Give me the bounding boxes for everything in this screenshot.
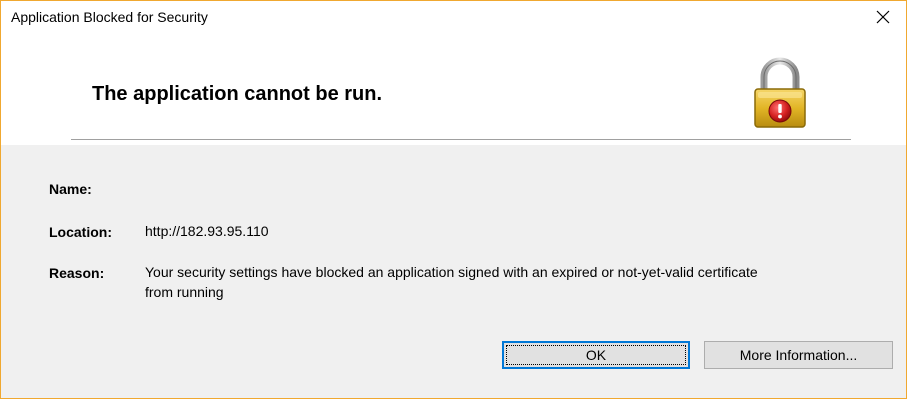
close-button[interactable]: [860, 1, 906, 33]
reason-label: Reason:: [49, 265, 105, 281]
more-information-button[interactable]: More Information...: [704, 341, 893, 369]
name-label: Name:: [49, 181, 92, 197]
reason-value: Your security settings have blocked an a…: [145, 262, 895, 302]
window-title: Application Blocked for Security: [11, 9, 208, 25]
error-headline: The application cannot be run.: [92, 83, 383, 105]
reason-line-1: Your security settings have blocked an a…: [145, 264, 758, 280]
focus-ring: [506, 345, 686, 365]
ok-button[interactable]: OK: [502, 341, 690, 369]
header-panel: The application cannot be run.: [1, 33, 906, 145]
header-divider: [71, 139, 851, 140]
title-bar[interactable]: Application Blocked for Security: [1, 1, 906, 33]
close-icon: [876, 10, 890, 24]
reason-line-2: from running: [145, 284, 224, 300]
location-label: Location:: [49, 224, 112, 240]
padlock-warning-icon: [754, 57, 806, 128]
more-information-button-label: More Information...: [739, 347, 858, 363]
dialog-window: Application Blocked for Security The app…: [0, 0, 907, 399]
location-value: http://182.93.95.110: [145, 223, 269, 239]
